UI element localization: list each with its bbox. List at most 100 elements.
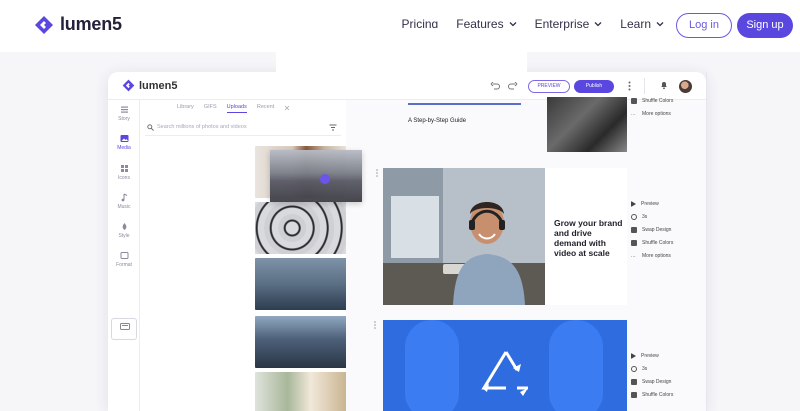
close-icon[interactable] bbox=[284, 105, 290, 111]
search-input[interactable]: Search millions of photos and videos bbox=[157, 124, 247, 130]
shuffle-colors-option[interactable]: Shuffle Colors bbox=[631, 388, 673, 401]
lumen5-logo-icon bbox=[122, 79, 135, 92]
more-vertical-icon[interactable] bbox=[628, 81, 631, 91]
shuffle-icon bbox=[631, 97, 637, 104]
media-thumb-office-woman[interactable] bbox=[255, 372, 348, 411]
media-thumb-city-towers[interactable] bbox=[255, 316, 348, 368]
scene-3-options: Preview 3s Swap Design Shuffle Colors bbox=[631, 349, 673, 401]
search-icon bbox=[147, 124, 154, 131]
shuffle-colors-option[interactable]: Shuffle Colors bbox=[631, 236, 673, 249]
login-button[interactable]: Log in bbox=[676, 13, 732, 38]
scene-1-image[interactable] bbox=[547, 97, 627, 152]
story-icon bbox=[120, 106, 128, 113]
preview-option[interactable]: Preview bbox=[631, 349, 673, 362]
redo-icon[interactable] bbox=[508, 81, 518, 91]
more-icon: … bbox=[631, 110, 636, 117]
timer-icon bbox=[631, 365, 637, 372]
duration-option[interactable]: 3s bbox=[631, 362, 673, 375]
scene-handle-icon[interactable] bbox=[375, 168, 379, 178]
shuffle-icon bbox=[631, 391, 637, 398]
editor-brand-text: lumen5 bbox=[139, 79, 178, 92]
undo-icon[interactable] bbox=[490, 81, 500, 91]
swap-design-option[interactable]: Swap Design bbox=[631, 375, 673, 388]
scene-2-image[interactable] bbox=[383, 168, 545, 305]
tab-gifs[interactable]: GIFS bbox=[204, 104, 217, 113]
style-icon bbox=[122, 223, 126, 230]
scene-2-options: Preview 3s Swap Design Shuffle Colors … M… bbox=[631, 197, 673, 262]
tab-uploads[interactable]: Uploads bbox=[226, 104, 247, 113]
nav-learn-label: Learn bbox=[620, 17, 651, 31]
tab-recent[interactable]: Recent bbox=[257, 104, 274, 113]
media-thumb-crowd-aerial[interactable] bbox=[255, 202, 348, 254]
rail-format[interactable]: Format bbox=[108, 251, 140, 268]
music-icon bbox=[121, 193, 127, 202]
scene-1[interactable] bbox=[276, 28, 527, 82]
swap-design-icon bbox=[631, 378, 637, 385]
more-options[interactable]: … More options bbox=[631, 249, 673, 262]
preview-option[interactable]: Preview bbox=[631, 197, 673, 210]
drag-cursor-dot bbox=[320, 174, 330, 184]
filter-icon[interactable] bbox=[329, 124, 337, 131]
publish-button[interactable]: Publish bbox=[574, 80, 614, 93]
chevron-down-icon bbox=[509, 22, 517, 27]
preview-option-label: Preview bbox=[641, 352, 659, 359]
swap-design-icon bbox=[631, 226, 637, 233]
tab-library[interactable]: Library bbox=[177, 104, 194, 113]
toolbar-divider bbox=[644, 78, 645, 94]
media-search[interactable]: Search millions of photos and videos bbox=[145, 122, 341, 136]
shuffle-colors-option[interactable]: Shuffle Colors bbox=[631, 94, 673, 107]
scene-1-accent-line bbox=[408, 103, 521, 105]
preview-option-label: Preview bbox=[641, 200, 659, 207]
recycle-icon bbox=[481, 351, 528, 396]
scene-2-heading[interactable]: Grow your brand and drive demand with vi… bbox=[554, 218, 626, 258]
more-options-label: More options bbox=[642, 110, 671, 117]
user-avatar[interactable] bbox=[679, 80, 692, 93]
editor-side-rail: Story Media Icons Music Style Format bbox=[108, 100, 140, 411]
editor-logo[interactable]: lumen5 bbox=[122, 79, 178, 92]
lumen5-logo-icon bbox=[35, 15, 53, 34]
nav-enterprise[interactable]: Enterprise bbox=[535, 17, 603, 31]
rail-extra-button[interactable] bbox=[111, 318, 137, 340]
play-icon bbox=[631, 200, 636, 207]
more-options[interactable]: … More options bbox=[631, 107, 673, 120]
rail-story-label: Story bbox=[118, 116, 130, 122]
duration-option[interactable]: 3s bbox=[631, 210, 673, 223]
media-icon bbox=[120, 135, 128, 142]
rail-icons[interactable]: Icons bbox=[108, 164, 140, 181]
rail-story[interactable]: Story bbox=[108, 105, 140, 122]
scene-handle-icon[interactable] bbox=[373, 320, 377, 330]
duration-value: 3s bbox=[642, 365, 648, 372]
window-edge bbox=[706, 72, 707, 411]
rail-music[interactable]: Music bbox=[108, 193, 140, 210]
notification-bell-icon[interactable] bbox=[659, 80, 669, 90]
chevron-down-icon bbox=[656, 22, 664, 27]
nav-learn[interactable]: Learn bbox=[620, 17, 664, 31]
more-icon: … bbox=[631, 252, 636, 259]
media-thumb-lake[interactable] bbox=[255, 258, 348, 310]
rail-style[interactable]: Style bbox=[108, 222, 140, 239]
media-panel: Library GIFS Uploads Recent Search milli… bbox=[141, 100, 445, 411]
template-icon bbox=[120, 323, 130, 330]
rail-media[interactable]: Media bbox=[108, 134, 140, 151]
timer-icon bbox=[631, 213, 637, 220]
rail-style-label: Style bbox=[118, 233, 130, 239]
rail-music-label: Music bbox=[117, 204, 131, 210]
rail-media-label: Media bbox=[117, 145, 131, 151]
scene-3[interactable] bbox=[383, 320, 627, 411]
duration-value: 3s bbox=[642, 213, 648, 220]
dragging-media-thumbnail[interactable] bbox=[270, 150, 362, 202]
shuffle-icon bbox=[631, 239, 637, 246]
shuffle-colors-label: Shuffle Colors bbox=[642, 239, 674, 246]
scene-1-title[interactable]: A Step-by-Step Guide bbox=[408, 118, 466, 124]
play-icon bbox=[631, 352, 636, 359]
decor-pill bbox=[405, 320, 459, 411]
swap-design-option[interactable]: Swap Design bbox=[631, 223, 673, 236]
decor-pill bbox=[549, 320, 603, 411]
rail-format-label: Format bbox=[116, 262, 132, 268]
preview-button[interactable]: PREVIEW bbox=[528, 80, 570, 93]
site-brand-text: lumen5 bbox=[60, 14, 122, 34]
signup-button[interactable]: Sign up bbox=[737, 13, 793, 38]
site-logo[interactable]: lumen5 bbox=[34, 14, 122, 35]
chevron-down-icon bbox=[594, 22, 602, 27]
swap-design-label: Swap Design bbox=[642, 378, 672, 385]
